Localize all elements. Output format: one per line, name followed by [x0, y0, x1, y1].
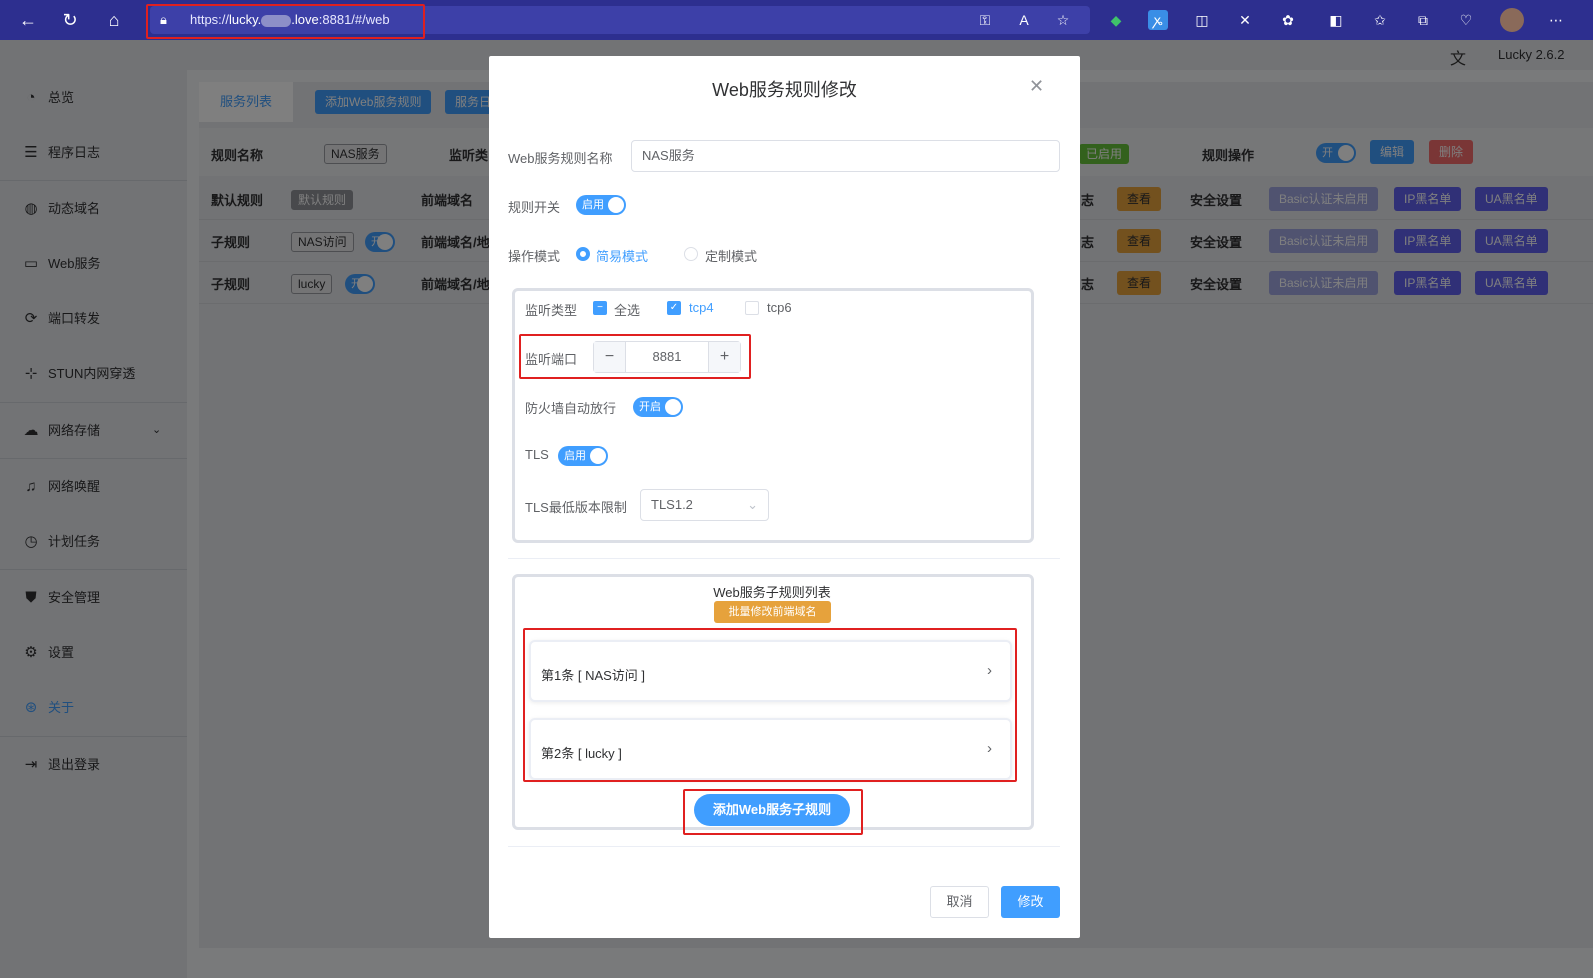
blurred-region — [261, 14, 292, 27]
select-all-checkbox[interactable]: − — [593, 301, 607, 315]
sub-rule-label: 第1条 [ NAS访问 ] — [541, 668, 646, 683]
chevron-down-icon: ⌄ — [747, 497, 758, 512]
tcp4-label[interactable]: tcp4 — [689, 300, 714, 315]
extension-translate-icon[interactable]: ꭘ — [1148, 10, 1168, 30]
close-icon[interactable]: ✕ — [1029, 76, 1044, 97]
rule-name-input[interactable]: NAS服务 — [631, 140, 1060, 172]
tls-min-value: TLS1.2 — [651, 497, 693, 512]
avatar[interactable] — [1500, 8, 1524, 32]
url-text[interactable]: https://lucky. .love:8881/#/web — [190, 12, 390, 27]
sub-rule-card[interactable]: 第1条 [ NAS访问 ] › — [529, 640, 1012, 702]
simple-mode-label[interactable]: 简易模式 — [596, 246, 648, 265]
port-stepper: − 8881 + — [593, 341, 741, 373]
extension-glasses-icon[interactable]: ◫ — [1192, 10, 1212, 30]
split-screen-icon[interactable]: ◧ — [1326, 10, 1346, 30]
decrease-icon[interactable]: − — [594, 342, 626, 372]
tcp4-checkbox[interactable]: ✓ — [667, 301, 681, 315]
divider — [508, 846, 1060, 847]
select-all-label[interactable]: 全选 — [614, 300, 640, 319]
more-menu-icon[interactable]: ⋯ — [1546, 10, 1566, 30]
tcp6-checkbox[interactable] — [745, 301, 759, 315]
rule-enable-switch[interactable]: 启用 — [576, 195, 626, 215]
chevron-right-icon: › — [987, 740, 992, 757]
extension-shield-icon[interactable]: ◆ — [1106, 10, 1126, 30]
firewall-label: 防火墙自动放行 — [525, 401, 617, 416]
read-aloud-icon[interactable]: A — [1014, 10, 1034, 30]
back-icon[interactable]: ← — [16, 8, 40, 32]
collections-icon[interactable]: ⧉ — [1413, 10, 1433, 30]
key-icon[interactable]: ⚿ — [975, 10, 995, 30]
home-icon[interactable]: ⌂ — [102, 8, 126, 32]
mode-label: 操作模式 — [508, 249, 561, 264]
tls-min-label: TLS最低版本限制 — [525, 500, 627, 515]
favorites-icon[interactable]: ✩ — [1370, 10, 1390, 30]
port-input[interactable]: 8881 — [626, 342, 708, 372]
rule-name-label: Web服务规则名称 — [508, 151, 613, 166]
add-sub-rule-button[interactable]: 添加Web服务子规则 — [694, 794, 850, 826]
listen-type-label: 监听类型 — [525, 303, 578, 318]
custom-mode-label[interactable]: 定制模式 — [705, 246, 757, 265]
dialog-title: Web服务规则修改 — [712, 80, 857, 100]
custom-mode-radio[interactable] — [684, 247, 698, 261]
tls-min-select[interactable]: TLS1.2 ⌄ — [640, 489, 769, 521]
rule-switch-label: 规则开关 — [508, 200, 561, 215]
tls-switch[interactable]: 启用 — [558, 446, 608, 466]
refresh-icon[interactable]: ↻ — [58, 8, 82, 32]
browser-toolbar: ← ↻ ⌂ 🔒︎ https://lucky. .love:8881/#/web … — [0, 0, 1593, 40]
favorite-star-icon[interactable]: ☆ — [1053, 10, 1073, 30]
extension-x-icon[interactable]: ✕ — [1235, 10, 1255, 30]
performance-icon[interactable]: ♡ — [1456, 10, 1476, 30]
lock-icon[interactable]: 🔒︎ — [160, 12, 167, 28]
firewall-switch[interactable]: 开启 — [633, 397, 683, 417]
port-label: 监听端口 — [525, 352, 578, 367]
chevron-right-icon: › — [987, 662, 992, 679]
edit-rule-dialog: Web服务规则修改 ✕ Web服务规则名称 NAS服务 规则开关 启用 操作模式… — [489, 56, 1080, 938]
sub-rules-title: Web服务子规则列表 — [713, 585, 831, 600]
sub-rule-card[interactable]: 第2条 [ lucky ] › — [529, 718, 1012, 780]
tls-label: TLS — [525, 447, 549, 462]
batch-edit-button[interactable]: 批量修改前端域名 — [714, 601, 831, 623]
sub-rule-label: 第2条 [ lucky ] — [541, 746, 622, 761]
divider — [508, 558, 1060, 559]
tcp6-label[interactable]: tcp6 — [767, 300, 792, 315]
increase-icon[interactable]: + — [708, 342, 740, 372]
cancel-button[interactable]: 取消 — [930, 886, 989, 918]
simple-mode-radio[interactable] — [576, 247, 590, 261]
extensions-puzzle-icon[interactable]: ✿ — [1278, 10, 1298, 30]
confirm-button[interactable]: 修改 — [1001, 886, 1060, 918]
